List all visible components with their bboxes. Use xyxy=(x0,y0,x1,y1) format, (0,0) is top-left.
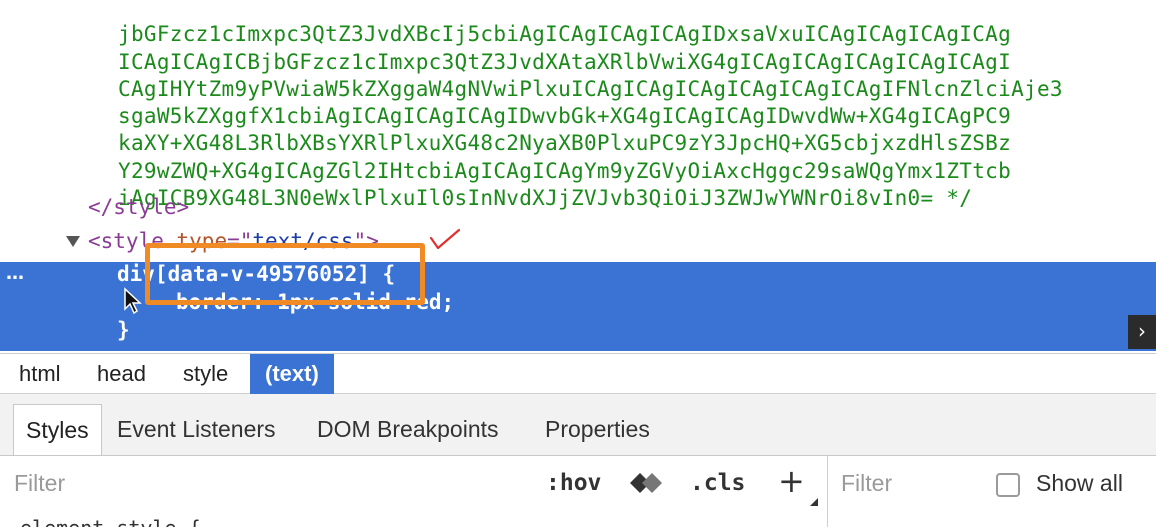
show-all-checkbox[interactable] xyxy=(996,473,1020,497)
hover-state-toggle-button[interactable]: :hov xyxy=(546,470,601,496)
mouse-cursor-icon xyxy=(124,287,142,315)
dom-breadcrumb: html head style (text) xyxy=(0,353,1156,394)
expand-triangle-icon[interactable] xyxy=(66,236,80,247)
base64-line: CAgIHYtZm9yPVwiaW5kZXggaW4gNVwiPlxuICAgI… xyxy=(118,76,1063,101)
annotation-checkmark-icon xyxy=(429,228,461,250)
breadcrumb-item-style[interactable]: style xyxy=(183,354,228,394)
breadcrumb-item-head[interactable]: head xyxy=(97,354,146,394)
show-all-label: Show all xyxy=(1036,470,1123,496)
sidebar-tab-bar: Styles Event Listeners DOM Breakpoints P… xyxy=(0,394,1156,456)
new-style-rule-button[interactable]: + xyxy=(778,462,805,500)
base64-line: jbGFzcz1cImxpc3QtZ3JvdXBcIj5cbiAgICAgICA… xyxy=(118,22,1012,47)
row-menu-dots-icon[interactable]: … xyxy=(6,263,24,284)
breadcrumb-item-html[interactable]: html xyxy=(19,354,61,394)
base64-source-text: jbGFzcz1cImxpc3QtZ3JvdXBcIj5cbiAgICAgICA… xyxy=(118,0,1063,240)
dropdown-corner-icon[interactable] xyxy=(810,498,818,506)
base64-line: ICAgICAgICBjbGFzcz1cImxpc3QtZ3JvdXAtaXRl… xyxy=(118,49,1012,74)
expand-drawer-chevron-icon[interactable]: › xyxy=(1128,315,1156,349)
styles-filter-toolbar: Filter :hov .cls + xyxy=(0,456,1156,516)
style-close-tag[interactable]: </style> xyxy=(88,195,189,219)
base64-line: kaXY+XG48L3RlbXBsYXRlPlxuXG48c2NyaXB0Plx… xyxy=(118,131,1012,156)
annotation-highlight-box xyxy=(145,243,425,305)
elements-code-pane: jbGFzcz1cImxpc3QtZ3JvdXBcIj5cbiAgICAgICA… xyxy=(0,0,1156,353)
tab-dom-breakpoints[interactable]: DOM Breakpoints xyxy=(317,404,499,454)
class-toggle-button[interactable]: .cls xyxy=(690,470,745,496)
base64-line: Y29wZWQ+XG4gICAgZGl2IHtcbiAgICAgICAgYm9y… xyxy=(118,158,1012,183)
base64-line: iAgICB9XG48L3N0eWxlPlxuIl0sInNvdXJjZVJvb… xyxy=(118,186,973,211)
computed-filter-input[interactable]: Filter xyxy=(841,470,892,497)
selected-css-close-brace: } xyxy=(117,318,130,342)
element-style-rule-partial: element.style { xyxy=(20,516,201,527)
pane-divider[interactable] xyxy=(827,456,828,527)
rendering-diamond-icon[interactable] xyxy=(628,468,664,498)
tab-event-listeners[interactable]: Event Listeners xyxy=(117,404,276,454)
breadcrumb-item-text[interactable]: (text) xyxy=(250,354,334,394)
tab-styles[interactable]: Styles xyxy=(13,404,102,455)
tab-properties[interactable]: Properties xyxy=(545,404,650,454)
base64-line: sgaW5kZXggfX1cbiAgICAgICAgICAgIDwvbGk+XG… xyxy=(118,104,1012,129)
styles-filter-input[interactable]: Filter xyxy=(14,470,65,497)
